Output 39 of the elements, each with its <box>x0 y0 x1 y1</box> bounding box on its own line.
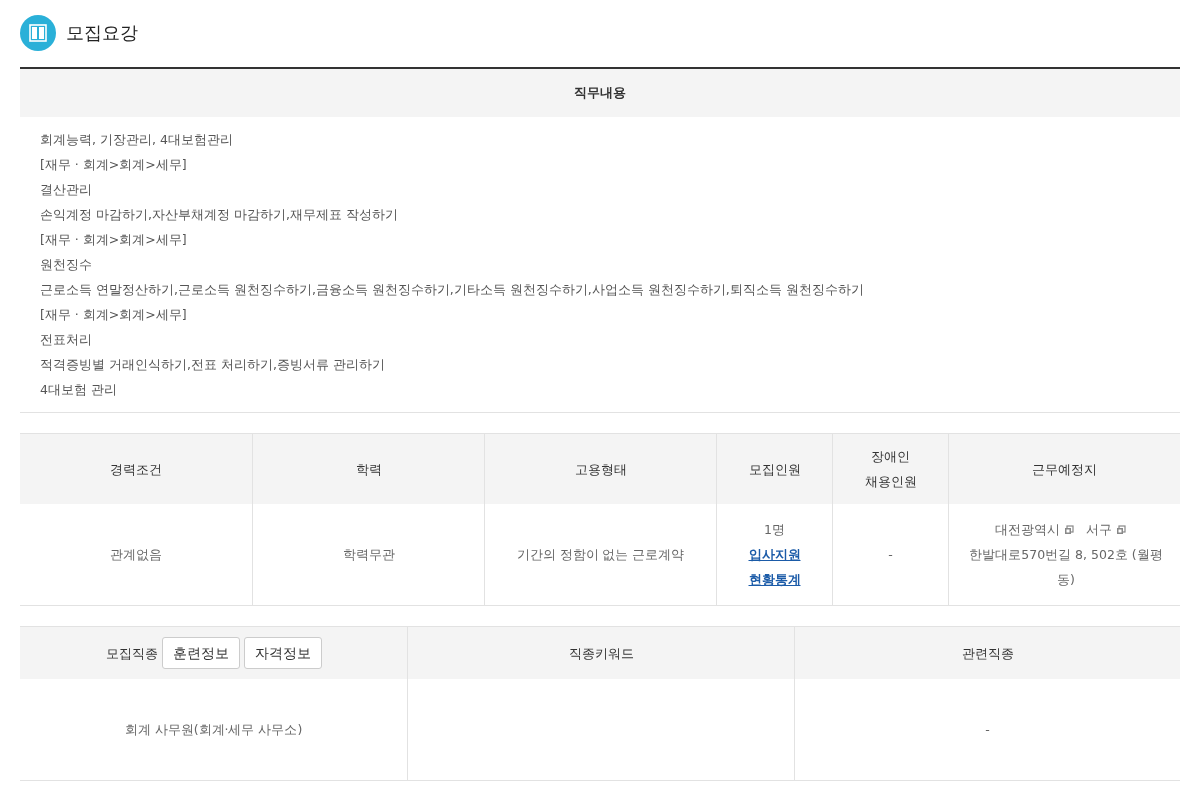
overlapping-squares-icon[interactable] <box>1115 525 1126 535</box>
table-cell-text: - <box>888 546 893 564</box>
column-header: 모집인원 <box>748 460 801 479</box>
column-header: 학력 <box>355 460 382 479</box>
column-header: 장애인 <box>871 448 910 466</box>
table-cell-text: - <box>985 721 990 739</box>
column-header: 채용인원 <box>864 473 917 491</box>
duty-text: 원천징수 <box>40 256 93 274</box>
duty-text: [재무 · 회계>회계>세무] <box>40 231 188 249</box>
info-button[interactable]: 훈련정보 <box>161 637 240 669</box>
address-text: 한발대로570번길 8, 502호 (월평동) <box>968 546 1164 589</box>
region-link[interactable]: 대전광역시 <box>994 522 1060 537</box>
column-header: 직종키워드 <box>568 644 634 663</box>
table-cell-text: 학력무관 <box>342 546 395 564</box>
book-icon <box>20 15 56 51</box>
table-cell-text: 회계 사무원(회계·세무 사무소) <box>124 721 303 739</box>
duty-text: 4대보험 관리 <box>40 381 118 399</box>
duty-text: [재무 · 회계>회계>세무] <box>40 156 188 174</box>
duty-text: 근로소득 연말정산하기,근로소득 원천징수하기,금융소득 원천징수하기,기타소득 원천징수하기,사업소득 원천징수하기,퇴직소득 원천징수하기 <box>40 281 865 299</box>
column-header: 관련직종 <box>961 644 1014 663</box>
column-header: 경력조건 <box>110 460 162 479</box>
duty-text: 회계능력, 기장관리, 4대보험관리 <box>40 131 234 149</box>
duty-text: 손익계정 마감하기,자산부채계정 마감하기,재무제표 작성하기 <box>40 206 399 224</box>
column-header: 근무예정지 <box>1032 460 1097 479</box>
headcount-text: 1명 <box>764 521 785 539</box>
overlapping-squares-icon[interactable] <box>1063 525 1074 535</box>
duty-text: [재무 · 회계>회계>세무] <box>40 306 188 324</box>
duty-text: 전표처리 <box>40 331 93 349</box>
duty-text: 적격증빙별 거래인식하기,전표 처리하기,증빙서류 관리하기 <box>40 356 386 374</box>
column-header: 모집직종 <box>105 644 158 663</box>
duty-text: 결산관리 <box>40 181 93 199</box>
table-cell-text: 관계없음 <box>110 546 162 564</box>
column-header: 고용형태 <box>574 460 627 479</box>
stats-link[interactable]: 입사지원 현황통계 <box>747 542 802 592</box>
info-button[interactable]: 자격정보 <box>243 637 322 669</box>
table-heading: 직무내용 <box>574 84 626 102</box>
region-link[interactable]: 서구 <box>1085 522 1112 537</box>
table-cell-text: 기간의 정함이 없는 근로계약 <box>516 546 685 564</box>
section-title: 모집요강 <box>66 21 138 45</box>
